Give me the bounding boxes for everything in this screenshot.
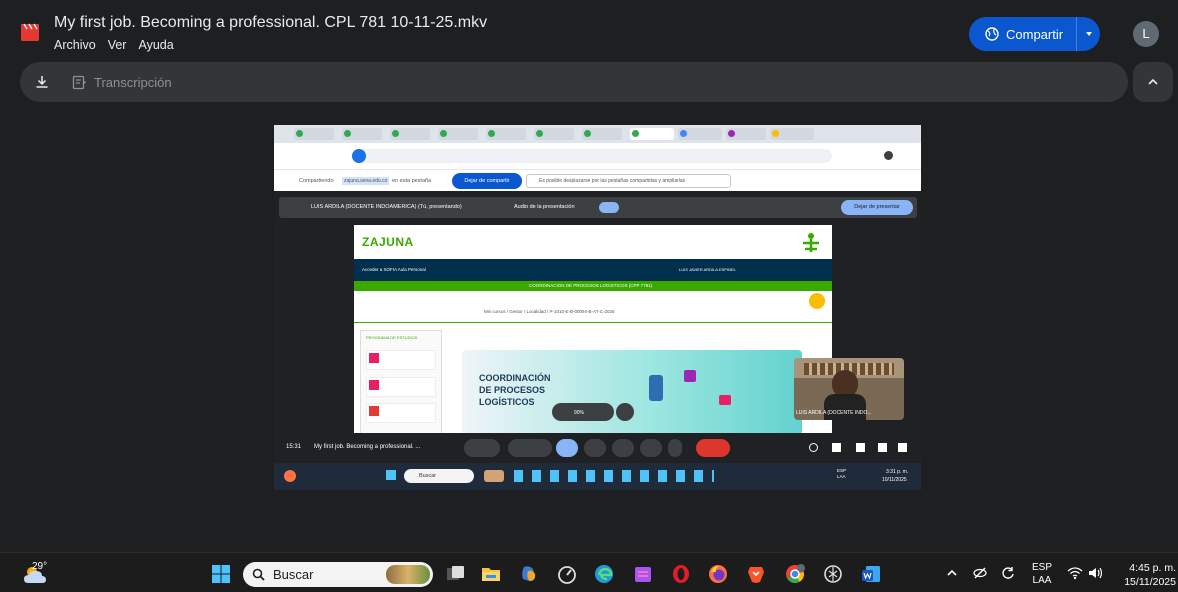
collapse-button[interactable] bbox=[1133, 62, 1173, 102]
task-view-icon[interactable] bbox=[444, 563, 466, 585]
speaker-icon[interactable] bbox=[1088, 566, 1104, 580]
window-title: My first job. Becoming a professional. C… bbox=[54, 14, 488, 31]
recorded-browser-tabs bbox=[274, 125, 921, 143]
recorded-share-bar: Compartiendo zajuna.sena.edu.co en esta … bbox=[274, 169, 921, 191]
menu-view[interactable]: Ver bbox=[108, 38, 127, 52]
taskbar: 29° Buscar ESP LAA 4:45 p. m. 15/11/2025 bbox=[0, 552, 1178, 592]
video-frame[interactable]: Compartiendo zajuna.sena.edu.co en esta … bbox=[274, 125, 921, 490]
clock-date: 15/11/2025 bbox=[1124, 576, 1176, 588]
search-icon bbox=[252, 568, 265, 581]
share-button[interactable]: Compartir bbox=[969, 17, 1100, 51]
transcription-label: Transcripción bbox=[94, 74, 172, 90]
wifi-icon[interactable] bbox=[1067, 566, 1083, 580]
recorded-taskbar: Buscar ESP LAA 3:31 p. m. 10/11/2025 bbox=[274, 463, 921, 490]
sync-icon[interactable] bbox=[1000, 565, 1016, 581]
recorded-presenting-bar: LUIS ARDILA (DOCENTE INDOAMERICA) (Tú, p… bbox=[279, 197, 917, 218]
globe-icon bbox=[985, 27, 999, 41]
language-code: ESP bbox=[1031, 562, 1052, 573]
chevron-up-icon bbox=[1148, 78, 1158, 85]
menu-bar: Archivo Ver Ayuda bbox=[54, 38, 174, 52]
recorded-web-page: ZAJUNA Acceder a SOFIA Aula Personal LUI… bbox=[354, 225, 832, 435]
chrome-icon[interactable] bbox=[784, 563, 806, 585]
transcription-button[interactable]: Transcripción bbox=[72, 75, 172, 90]
firefox-icon[interactable] bbox=[707, 563, 729, 585]
caret-down-icon[interactable] bbox=[1084, 29, 1094, 39]
edge-icon[interactable] bbox=[593, 563, 615, 585]
avatar[interactable]: L bbox=[1133, 21, 1159, 47]
input-language[interactable]: ESP LAA bbox=[1030, 561, 1054, 587]
participant-camera-tile: LUIS ARDILA (DOCENTE INDO... bbox=[794, 358, 904, 420]
action-toolbar: Transcripción bbox=[20, 62, 1128, 102]
windows-start-icon[interactable] bbox=[210, 563, 232, 585]
share-label: Compartir bbox=[1006, 26, 1064, 42]
media-player-window: My first job. Becoming a professional. C… bbox=[0, 0, 1178, 592]
weather-widget[interactable]: 29° bbox=[22, 561, 50, 587]
temperature: 29° bbox=[32, 561, 48, 572]
title-bar: My first job. Becoming a professional. C… bbox=[0, 0, 1178, 60]
brave-icon[interactable] bbox=[745, 563, 767, 585]
language-layout: LAA bbox=[1032, 575, 1052, 586]
word-icon[interactable] bbox=[860, 563, 882, 585]
menu-file[interactable]: Archivo bbox=[54, 38, 96, 52]
copilot-icon[interactable] bbox=[518, 563, 540, 585]
openai-icon[interactable] bbox=[822, 563, 844, 585]
menu-help[interactable]: Ayuda bbox=[138, 38, 173, 52]
download-button[interactable] bbox=[22, 62, 62, 102]
transcript-icon bbox=[72, 75, 87, 89]
sena-logo-icon bbox=[803, 233, 819, 252]
clock-time: 4:45 p. m. bbox=[1129, 562, 1176, 574]
taskbar-search-box[interactable]: Buscar bbox=[243, 562, 433, 587]
recorded-meet-controls: 15:31 My first job. Becoming a professio… bbox=[274, 433, 921, 463]
system-clock[interactable]: 4:45 p. m. 15/11/2025 bbox=[1110, 561, 1176, 589]
file-explorer-icon[interactable] bbox=[480, 563, 502, 585]
eye-off-icon[interactable] bbox=[972, 565, 988, 581]
search-placeholder: Buscar bbox=[273, 567, 314, 582]
download-icon bbox=[36, 76, 48, 88]
clapperboard-icon bbox=[21, 23, 39, 41]
teams-store-icon[interactable] bbox=[632, 563, 654, 585]
recorded-url-bar bbox=[274, 143, 921, 169]
search-highlight-image bbox=[386, 565, 430, 584]
speedometer-icon[interactable] bbox=[556, 563, 578, 585]
chevron-up-icon[interactable] bbox=[945, 566, 959, 580]
opera-icon[interactable] bbox=[670, 563, 692, 585]
